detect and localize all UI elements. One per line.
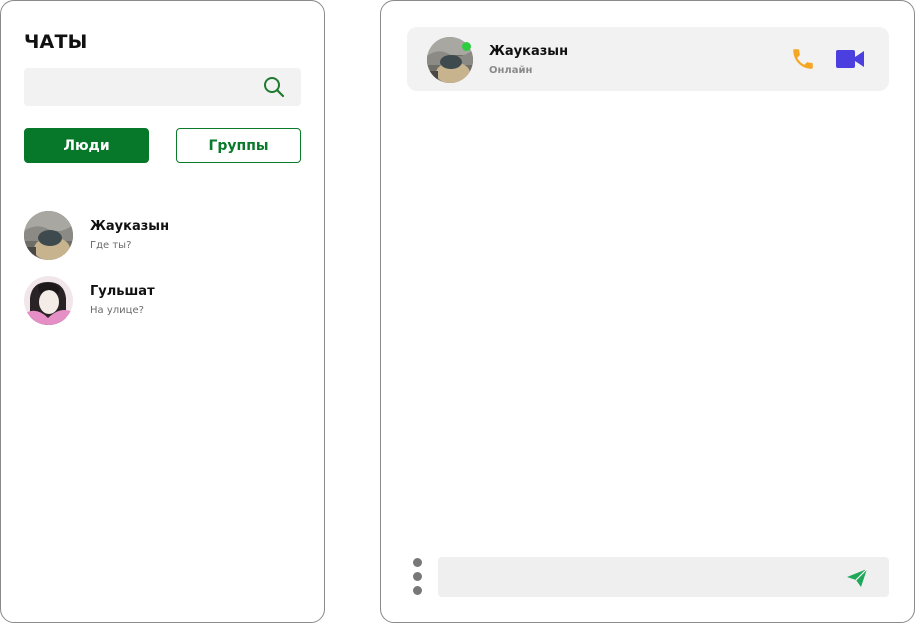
last-message-preview: На улице? bbox=[90, 305, 144, 316]
contact-list-item[interactable]: Жауказын Где ты? bbox=[24, 211, 304, 261]
send-icon[interactable] bbox=[846, 568, 868, 588]
online-indicator bbox=[462, 42, 471, 51]
page-title: ЧАТЫ bbox=[24, 31, 88, 53]
contact-name: Жауказын bbox=[90, 219, 170, 234]
avatar bbox=[24, 276, 73, 325]
people-filter-button[interactable]: Люди bbox=[24, 128, 149, 163]
more-vertical-icon[interactable] bbox=[412, 558, 422, 596]
chat-header: Жауказын Онлайн bbox=[407, 27, 889, 91]
message-input[interactable] bbox=[438, 557, 889, 597]
contact-list-item[interactable]: Гульшат На улице? bbox=[24, 276, 304, 326]
chat-list-panel: ЧАТЫ Люди Группы Жауказын Где ты? Гульша… bbox=[0, 0, 325, 623]
conversation-panel: Жауказын Онлайн bbox=[380, 0, 915, 623]
groups-filter-button[interactable]: Группы bbox=[176, 128, 301, 163]
phone-icon[interactable] bbox=[790, 46, 816, 72]
contact-name: Гульшат bbox=[90, 284, 155, 299]
last-message-preview: Где ты? bbox=[90, 240, 132, 251]
online-status: Онлайн bbox=[489, 65, 533, 76]
search-icon[interactable] bbox=[263, 76, 285, 98]
chat-contact-name: Жауказын bbox=[489, 44, 569, 59]
search-input[interactable] bbox=[24, 68, 301, 106]
video-camera-icon[interactable] bbox=[835, 47, 865, 71]
avatar bbox=[24, 211, 73, 260]
